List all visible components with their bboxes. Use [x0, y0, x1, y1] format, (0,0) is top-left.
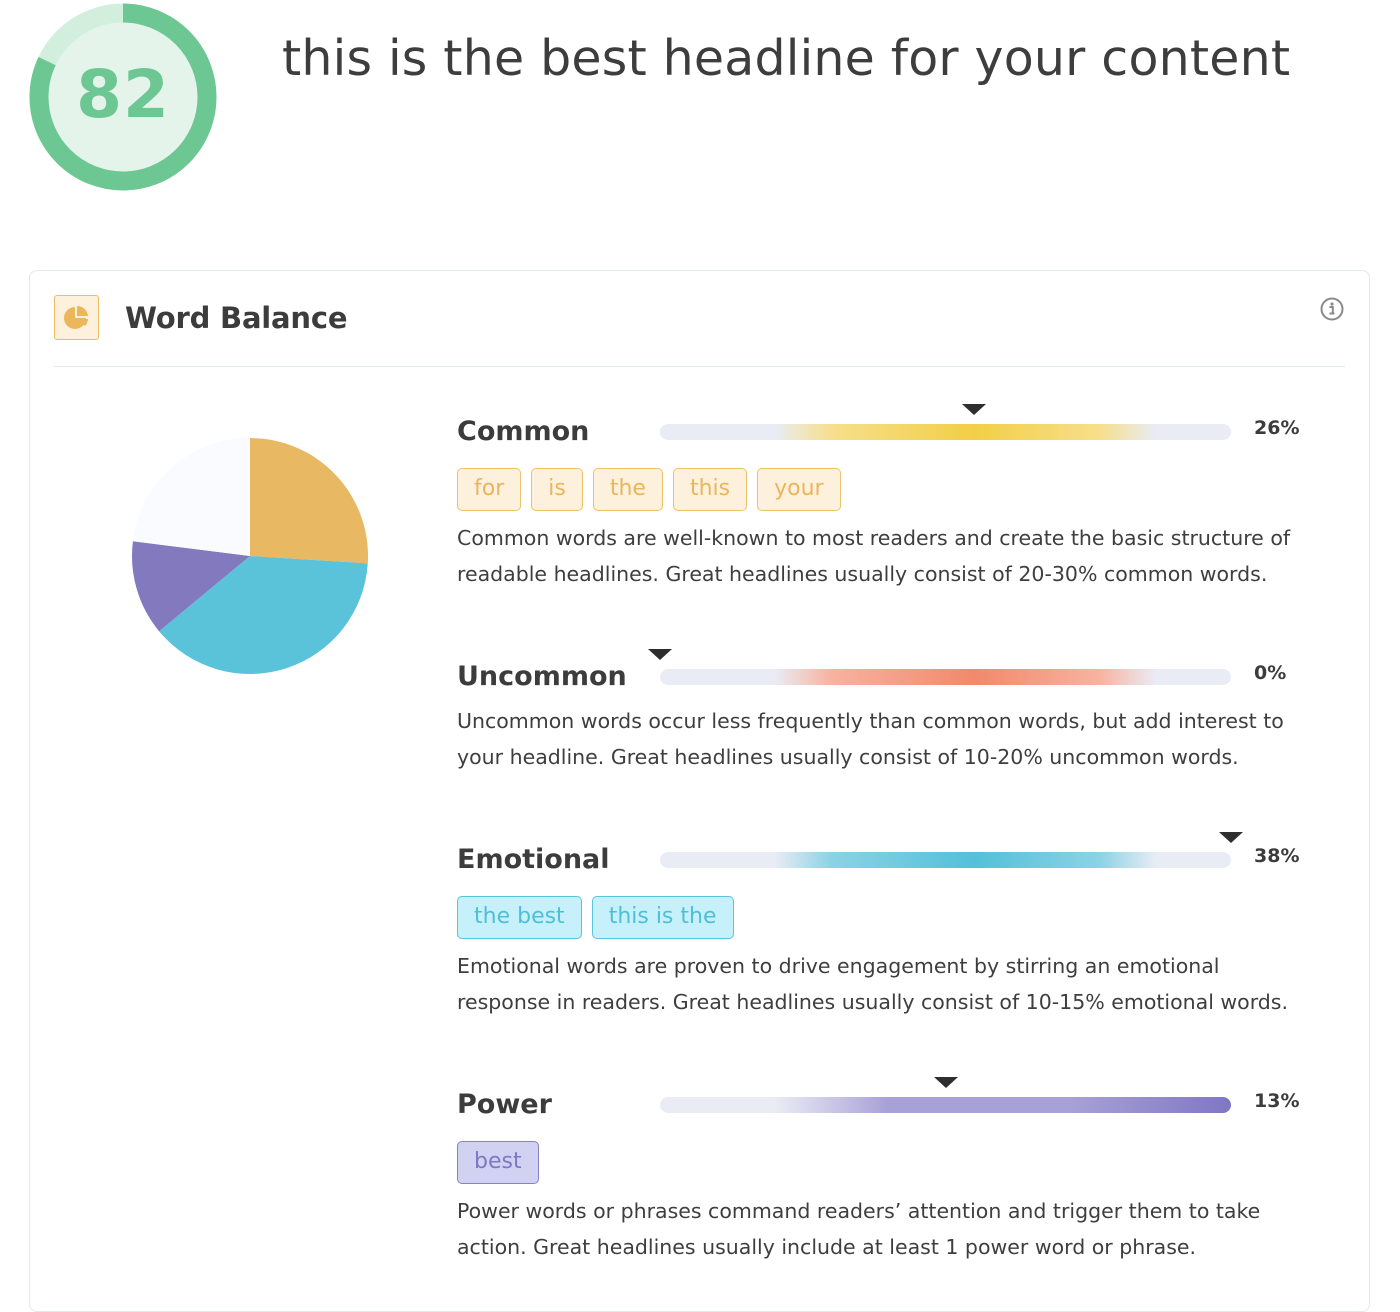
- section-percent: 26%: [1254, 417, 1300, 439]
- chip-list: for is the this your: [457, 468, 841, 511]
- meter-marker-icon: [648, 649, 672, 660]
- pie-slice-other: [132, 438, 250, 556]
- uncommon-meter: [648, 649, 1231, 685]
- word-balance-card: Word Balance Common 26% for is the this your…: [29, 270, 1370, 1312]
- power-meter: [660, 1077, 1231, 1113]
- section-description: Emotional words are proven to drive enga…: [457, 948, 1317, 1020]
- score-value: 82: [76, 56, 170, 133]
- section-description: Common words are well-known to most read…: [457, 520, 1317, 592]
- meter-marker-icon: [1219, 832, 1243, 843]
- description-line: Power words or phrases command readers’ …: [457, 1199, 1261, 1223]
- common-word-chip[interactable]: is: [531, 468, 583, 511]
- description-line: readable headlines. Great headlines usua…: [457, 562, 1268, 586]
- section-description: Uncommon words occur less frequently tha…: [457, 703, 1317, 775]
- description-line: Uncommon words occur less frequently tha…: [457, 709, 1284, 733]
- meter-marker-icon: [962, 404, 987, 415]
- emotional-meter: [660, 832, 1243, 868]
- card-title: Word Balance: [125, 301, 348, 335]
- section-percent: 38%: [1254, 845, 1300, 867]
- description-line: action. Great headlines usually include …: [457, 1235, 1197, 1259]
- word-balance-pie-chart: [132, 438, 368, 674]
- meter-marker-icon: [933, 1077, 958, 1088]
- description-line: your headline. Great headlines usually c…: [457, 745, 1239, 769]
- chip-list: the best this is the: [457, 896, 734, 939]
- description-line: response in readers. Great headlines usu…: [457, 990, 1288, 1014]
- chip-list: best: [457, 1141, 539, 1184]
- pie-chart-icon: [54, 295, 99, 340]
- common-meter: [660, 404, 1231, 440]
- card-header: Word Balance: [54, 271, 1345, 367]
- common-word-chip[interactable]: for: [457, 468, 522, 511]
- headline-score: 82: [27, 1, 219, 193]
- section-title: Common: [457, 416, 590, 447]
- info-icon[interactable]: [1319, 296, 1345, 322]
- common-word-chip[interactable]: this: [672, 468, 748, 511]
- section-percent: 0%: [1254, 662, 1287, 684]
- power-word-chip[interactable]: best: [457, 1141, 539, 1184]
- common-word-chip[interactable]: the: [592, 468, 663, 511]
- section-title: Uncommon: [457, 661, 627, 692]
- pie-slice-common: [250, 438, 368, 564]
- common-word-chip[interactable]: your: [757, 468, 841, 511]
- description-line: Emotional words are proven to drive enga…: [457, 954, 1220, 978]
- section-description: Power words or phrases command readers’ …: [457, 1193, 1317, 1265]
- emotional-word-chip[interactable]: the best: [457, 896, 582, 939]
- emotional-word-chip[interactable]: this is the: [591, 896, 734, 939]
- section-title: Power: [457, 1089, 552, 1120]
- section-percent: 13%: [1254, 1090, 1300, 1112]
- headline-text: this is the best headline for your conte…: [282, 30, 1291, 87]
- section-title: Emotional: [457, 844, 610, 875]
- description-line: Common words are well-known to most read…: [457, 526, 1291, 550]
